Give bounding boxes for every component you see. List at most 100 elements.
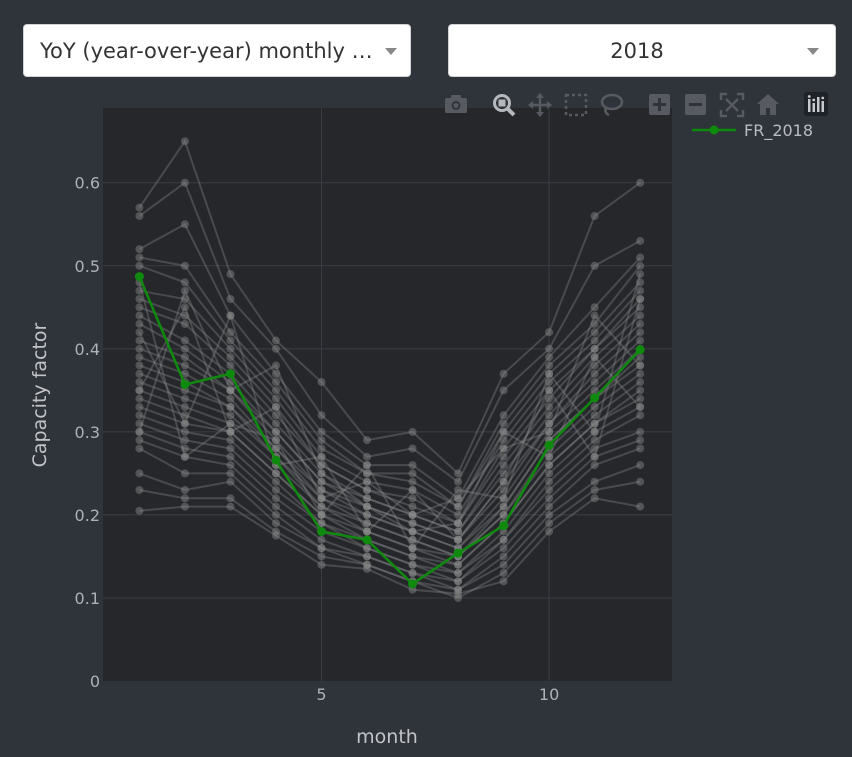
background-series-point (271, 477, 280, 486)
x-tick-label: 5 (316, 685, 326, 704)
background-series-point (636, 311, 645, 320)
fr-2018-point[interactable] (499, 521, 509, 531)
zoom-out-icon[interactable] (685, 94, 706, 115)
background-series-point (226, 336, 235, 345)
zoom-in-icon[interactable] (649, 94, 670, 115)
background-series-point (271, 427, 280, 436)
background-series-point (545, 502, 554, 511)
background-series-point (499, 369, 508, 378)
background-series-point (636, 236, 645, 245)
background-series-point (135, 245, 144, 254)
fr-2018-point[interactable] (544, 440, 554, 450)
legend-entry-fr-2018: FR_2018 (744, 121, 813, 141)
background-series-point (226, 353, 235, 362)
legend[interactable]: FR_2018 (692, 121, 813, 141)
background-series-point (226, 436, 235, 445)
y-tick-label: 0.2 (75, 506, 100, 525)
background-series-point (590, 303, 599, 312)
background-series-point (636, 402, 645, 411)
fr-2018-point[interactable] (362, 535, 372, 545)
fr-2018-point[interactable] (408, 579, 418, 589)
chart: 0 0.1 0.2 0.3 0.4 0.5 0.6 5 10 month Capacity fa… (29, 92, 828, 748)
background-series-point (636, 253, 645, 262)
background-series-point (454, 486, 463, 494)
background-series-point (180, 220, 189, 229)
plotly-logo-icon[interactable] (804, 92, 828, 116)
background-series-point (590, 436, 599, 445)
background-series-point (317, 560, 326, 569)
background-series-point (545, 369, 554, 378)
background-series-point (590, 452, 599, 461)
background-series-point (636, 394, 645, 403)
x-axis-label: month (356, 726, 418, 748)
background-series-point (180, 344, 189, 353)
background-series-point (590, 402, 599, 411)
background-series-point (271, 519, 280, 528)
background-series-point (590, 328, 599, 337)
fr-2018-point[interactable] (225, 369, 235, 379)
background-series-point (590, 494, 599, 503)
background-series-point (271, 344, 280, 353)
background-series-point (636, 378, 645, 387)
camera-icon[interactable] (445, 95, 467, 113)
background-series-point (590, 427, 599, 436)
background-series-point (408, 427, 417, 436)
background-series-point (317, 544, 326, 553)
background-series-point (135, 469, 144, 478)
fr-2018-point[interactable] (635, 345, 645, 355)
autoscale-icon[interactable] (719, 92, 745, 118)
background-series-point (317, 535, 326, 544)
y-tick-label: 0.4 (75, 340, 100, 359)
background-series-point (180, 419, 189, 428)
background-series-point (545, 427, 554, 436)
background-series-point (545, 328, 554, 337)
background-series-point (226, 328, 235, 337)
background-series-point (408, 527, 417, 536)
background-series-point (226, 494, 235, 503)
background-series-point (317, 494, 326, 503)
fr-2018-point[interactable] (316, 527, 326, 537)
background-series-point (499, 494, 508, 503)
background-series-point (180, 469, 189, 478)
background-series-point (545, 477, 554, 486)
fr-2018-point[interactable] (271, 455, 281, 465)
background-series-point (499, 419, 508, 428)
background-series-point (226, 444, 235, 453)
background-series-point (135, 253, 144, 262)
background-series-point (636, 319, 645, 328)
background-series-point (545, 344, 554, 353)
background-series-point (271, 419, 280, 428)
background-series-point (226, 295, 235, 303)
background-series-point (135, 444, 144, 453)
fr-2018-point[interactable] (134, 272, 144, 282)
background-series-point (499, 569, 508, 578)
background-series-point (590, 353, 599, 362)
background-series-point (454, 519, 463, 528)
background-series-point (499, 411, 508, 420)
legend-marker (709, 125, 719, 135)
fr-2018-point[interactable] (590, 393, 600, 403)
background-series-point (499, 477, 508, 486)
background-series-point (636, 411, 645, 420)
background-series-point (135, 506, 144, 515)
background-series-point (590, 344, 599, 353)
background-series-point (636, 178, 645, 187)
background-series-point (135, 436, 144, 445)
y-tick-label: 0 (90, 672, 100, 691)
background-series-point (545, 361, 554, 370)
background-series-point (545, 452, 554, 461)
background-series-point (180, 494, 189, 503)
fr-2018-point[interactable] (180, 380, 190, 390)
fr-2018-point[interactable] (453, 548, 463, 558)
background-series-point (499, 427, 508, 436)
background-series-point (499, 461, 508, 470)
home-icon[interactable] (757, 94, 779, 115)
background-series-point (636, 369, 645, 378)
background-series-point (135, 427, 144, 436)
background-series-point (545, 411, 554, 420)
background-series-point (135, 394, 144, 403)
background-series-point (636, 436, 645, 445)
background-series-point (499, 552, 508, 561)
background-series-point (363, 527, 372, 536)
background-series-point (408, 461, 417, 470)
